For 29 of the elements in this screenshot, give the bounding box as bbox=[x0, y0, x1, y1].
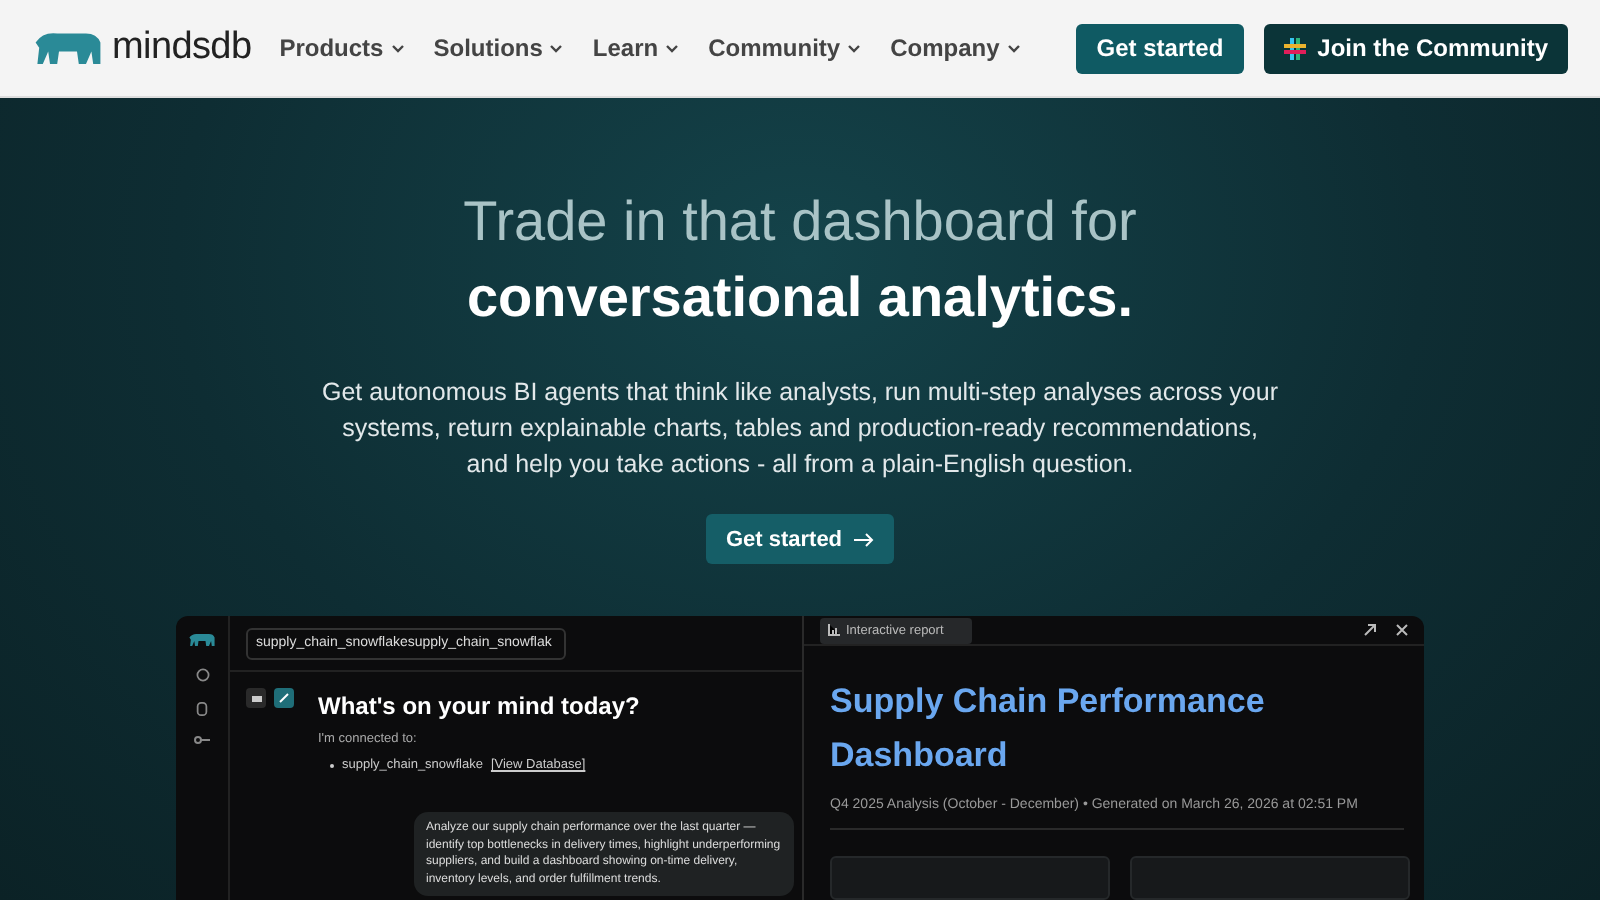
nav-menu-item[interactable]: Products bbox=[279, 34, 406, 62]
report-title: Supply Chain Performance Dashboard bbox=[830, 680, 1267, 778]
hero-title: Trade in that dashboard for bbox=[463, 190, 1137, 254]
nav-menu-item[interactable]: Community bbox=[708, 34, 863, 62]
chevron-icon bbox=[389, 40, 406, 56]
nav-menu-item[interactable]: Company bbox=[890, 34, 1022, 62]
join-community-button[interactable]: Join the Community bbox=[1263, 23, 1568, 73]
key-icon[interactable] bbox=[194, 735, 210, 744]
hero-description: Get autonomous BI agents that think like analysts, run multi-step analyses across your systems, return explainable charts, tables and production-ready recommendations, and help you take actions - all from a plain-English question. bbox=[320, 376, 1280, 482]
bear-logo-icon bbox=[188, 632, 216, 648]
chat-tool-icon[interactable] bbox=[246, 688, 266, 708]
get-started-button[interactable]: Get started bbox=[705, 514, 895, 564]
chevron-icon bbox=[548, 40, 565, 56]
get-started-button[interactable]: Get started bbox=[1076, 23, 1244, 73]
bear-logo-icon bbox=[32, 28, 104, 68]
chevron-icon bbox=[846, 40, 863, 56]
nav-menu-item[interactable]: Learn bbox=[592, 34, 681, 62]
hash-icon bbox=[1283, 37, 1306, 59]
nav-menu-item[interactable]: Solutions bbox=[433, 34, 565, 62]
close-icon[interactable] bbox=[1396, 624, 1408, 636]
hero-title-bold: conversational analytics. bbox=[466, 266, 1134, 330]
chevron-icon bbox=[664, 40, 681, 56]
arrow-right-icon bbox=[854, 531, 875, 547]
edit-tool-icon[interactable] bbox=[274, 688, 294, 708]
chart-icon bbox=[828, 624, 840, 636]
chat-heading: What's on your mind today? bbox=[318, 692, 642, 720]
brand-name: mindsdb bbox=[112, 26, 252, 70]
chevron-icon bbox=[1005, 40, 1022, 56]
expand-icon[interactable] bbox=[1364, 624, 1376, 636]
